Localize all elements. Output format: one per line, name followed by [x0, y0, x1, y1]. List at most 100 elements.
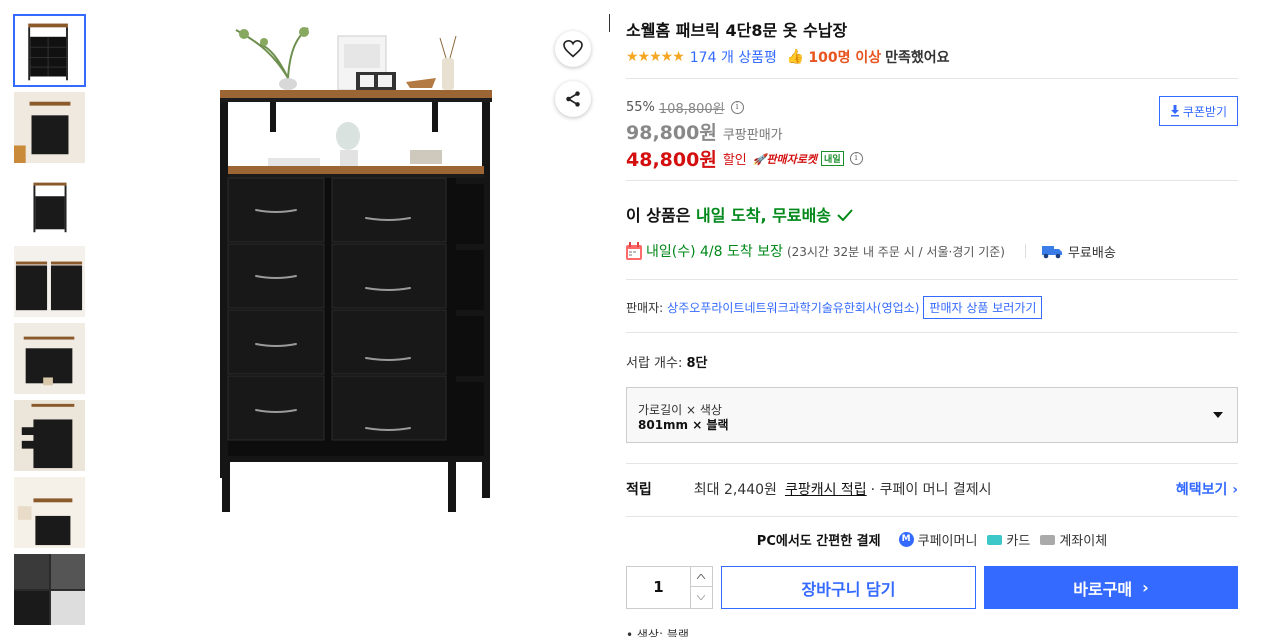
free-shipping: 무료배송 [1067, 245, 1116, 261]
coupang-price-row: 98,800원 쿠팡판매가 [626, 118, 783, 145]
thumbnail-4[interactable] [13, 245, 86, 318]
info-icon[interactable]: i [849, 152, 863, 165]
product-title: 소웰홈 패브릭 4단8문 옷 수납장 [626, 21, 848, 40]
divider [626, 463, 1238, 464]
chevron-down-icon [697, 594, 705, 600]
payment-coupay: M 쿠페이머니 [898, 530, 978, 549]
tomorrow-badge: 내일 [821, 151, 844, 166]
buy-now-button[interactable]: 바로구매 › [984, 566, 1238, 609]
seller-rocket-badge: 🚀판매자로켓 [752, 152, 818, 166]
calendar-icon [626, 242, 642, 260]
drawer-count-label: 서랍 개수: [626, 356, 683, 371]
quantity-stepper: 1 [626, 566, 713, 609]
chevron-right-icon: › [1142, 578, 1149, 597]
coupang-price: 98,800원 [626, 122, 717, 144]
satisfaction-text: 만족했어요 [885, 50, 950, 66]
thumbnail-image [33, 182, 67, 233]
payment-card-label: 카드 [1006, 534, 1031, 549]
seller-row: 판매자: 상주오푸라이트네트워크과학기술유한회사(영업소) 판매자 상품 보러가… [626, 296, 1043, 319]
thumbnail-5[interactable] [13, 322, 86, 395]
divider [626, 516, 1238, 517]
option-select[interactable]: 가로길이 × 색상 801mm × 블랙 [626, 387, 1238, 443]
rating-row: ★★★★★ 174 개 상품평 👍 100명 이상 만족했어요 [626, 47, 950, 67]
card-icon [987, 534, 1003, 545]
info-icon[interactable]: i [730, 101, 744, 114]
seller-products-button[interactable]: 판매자 상품 보러가기 [923, 296, 1043, 319]
reward-row: 적립 최대 2,440원 쿠팡캐시 적립 · 쿠페이 머니 결제시 혜택보기 › [626, 479, 1238, 499]
thumbnail-7[interactable] [13, 476, 86, 549]
thumbnail-image [14, 400, 85, 471]
share-button[interactable] [555, 81, 591, 117]
delivery-date: 내일(수) 4/8 도착 보장 [646, 244, 783, 260]
drawer-count-value: 8단 [686, 356, 708, 371]
quantity-increase-button[interactable] [690, 567, 712, 587]
divider [626, 279, 1238, 280]
product-detail-bullet: • 색상: 블랙 [626, 628, 689, 637]
thumbnail-8[interactable] [13, 553, 86, 626]
payment-coupay-label: 쿠페이머니 [917, 534, 978, 549]
discount-row: 55% 108,800원 i [626, 98, 744, 117]
truck-icon [1041, 245, 1062, 258]
coupang-cash-link[interactable]: 쿠팡캐시 적립 [785, 479, 867, 499]
arrival-headline-prefix: 이 상품은 [626, 206, 691, 225]
quantity-input[interactable]: 1 [627, 567, 691, 608]
divider [626, 180, 1238, 181]
seller-label: 판매자: [626, 301, 664, 315]
divider [626, 78, 1238, 79]
chevron-up-icon [697, 574, 705, 579]
delivery-note: (23시간 32분 내 주문 시 / 서울·경기 기준) [786, 244, 1005, 259]
thumbnail-2[interactable] [13, 91, 86, 164]
payment-bank-label: 계좌이체 [1059, 534, 1108, 549]
discount-rate: 55% [626, 100, 655, 115]
caret-down-icon [1213, 412, 1223, 418]
main-product-image [220, 27, 492, 512]
share-icon [566, 91, 580, 107]
rocket-icon: 🚀 [752, 152, 767, 166]
payment-methods-row: PC에서도 간편한 결제 M 쿠페이머니 카드 계좌이체 [626, 530, 1238, 549]
coupon-button[interactable]: 쿠폰받기 [1159, 96, 1238, 126]
thumbs-up-icon: 👍 [786, 49, 805, 65]
thumbnail-image [14, 246, 85, 317]
reward-max: 최대 2,440원 [693, 482, 777, 498]
thumbnail-image [28, 23, 68, 81]
quantity-decrease-button[interactable] [690, 587, 712, 607]
coupang-price-label: 쿠팡판매가 [722, 128, 783, 143]
arrival-headline: 이 상품은 내일 도착, 무료배송 [626, 202, 853, 226]
coupon-button-label: 쿠폰받기 [1182, 104, 1228, 119]
view-benefits-link[interactable]: 혜택보기 › [1176, 479, 1238, 499]
thumbnail-image [14, 554, 85, 625]
rating-stars: ★★★★★ [626, 49, 685, 65]
bank-icon [1040, 534, 1056, 545]
original-price: 108,800원 [658, 102, 725, 117]
divider [626, 332, 1238, 333]
heart-icon [563, 40, 583, 58]
payment-bank: 계좌이체 [1040, 530, 1107, 549]
add-to-cart-button[interactable]: 장바구니 담기 [721, 566, 976, 609]
thumbnail-1[interactable] [13, 14, 86, 87]
thumbnail-image [14, 477, 85, 548]
thumbnail-3[interactable] [13, 168, 86, 241]
reward-condition: · 쿠페이 머니 결제시 [870, 482, 992, 498]
thumbnail-list [13, 14, 87, 630]
option-select-value: 801mm × 블랙 [638, 418, 729, 432]
wishlist-button[interactable] [555, 31, 591, 67]
sale-price: 48,800원 [626, 149, 717, 171]
seller-name-link[interactable]: 상주오푸라이트네트워크과학기술유한회사(영업소) [667, 299, 919, 316]
thumbnail-image [14, 323, 85, 394]
reward-title: 적립 [626, 482, 652, 498]
check-icon [836, 209, 853, 222]
thumbnail-image [14, 92, 85, 163]
delivery-row: 내일(수) 4/8 도착 보장 (23시간 32분 내 주문 시 / 서울·경기… [626, 241, 1116, 261]
thumbnail-6[interactable] [13, 399, 86, 472]
payment-title: PC에서도 간편한 결제 [756, 534, 881, 549]
download-icon [1170, 105, 1179, 117]
sale-label: 할인 [722, 153, 747, 168]
divider [609, 14, 610, 32]
payment-card: 카드 [987, 530, 1030, 549]
review-count-link[interactable]: 174 개 상품평 [690, 47, 777, 67]
sale-price-row: 48,800원 할인 🚀판매자로켓 내일 i [626, 145, 863, 172]
coupay-icon: M [898, 532, 914, 547]
buy-now-label: 바로구매 [1073, 579, 1133, 599]
satisfaction-count: 100명 이상 [808, 50, 882, 66]
arrival-headline-green: 내일 도착, 무료배송 [696, 206, 832, 225]
